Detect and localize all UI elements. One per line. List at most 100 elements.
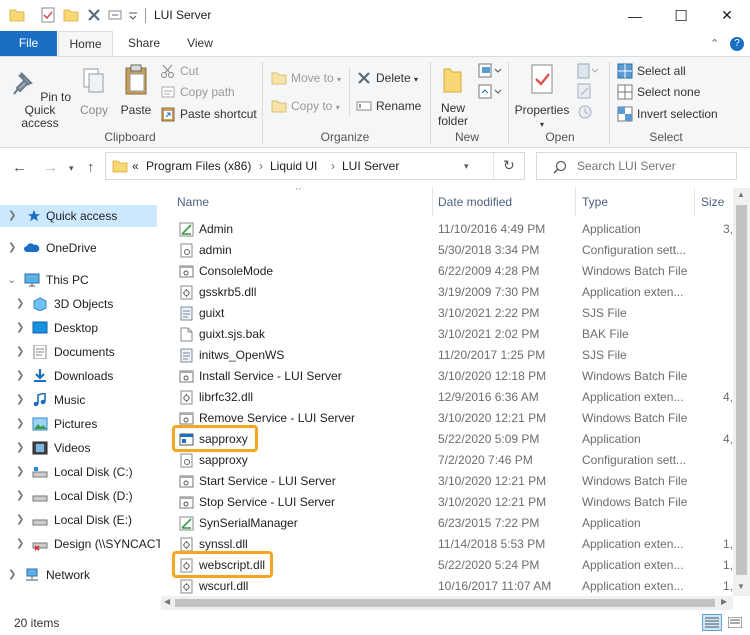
column-header-size[interactable]: Size [701,188,724,216]
tab-home[interactable]: Home [58,31,113,57]
nav-item-documents[interactable]: ❯ Documents [0,341,157,363]
up-arrow-icon[interactable]: ↑ [87,159,95,176]
search-box[interactable]: Search LUI Server [536,152,737,180]
chevron-right-icon[interactable]: ❯ [16,413,24,435]
chevron-right-icon[interactable]: ❯ [16,293,24,315]
customize-toolbar-icon[interactable] [127,7,139,23]
nav-item-local-disk-d[interactable]: ❯ Local Disk (D:) [0,485,157,507]
tab-view[interactable]: View [175,31,225,56]
nav-item-videos[interactable]: ❯ Videos [0,437,157,459]
maximize-button[interactable]: ☐ [658,0,704,31]
chevron-right-icon[interactable]: ❯ [16,365,24,387]
nav-item-this-pc[interactable]: ⌄ This PC [0,269,157,291]
properties-check-icon[interactable] [40,7,56,23]
new-folder-button[interactable]: New folder [435,65,471,128]
scroll-right-icon[interactable]: ▶ [721,597,727,606]
breadcrumb-lui-server[interactable]: LUI Server [342,159,399,173]
chevron-right-icon[interactable]: ❯ [8,564,16,586]
details-view-button[interactable] [702,614,722,631]
nav-item-onedrive[interactable]: ❯ OneDrive [0,237,157,259]
chevron-down-icon[interactable]: ⌄ [7,269,16,291]
table-row[interactable]: admin 5/30/2018 3:34 PM Configuration sett… [161,240,733,261]
open-icon[interactable] [577,63,599,79]
table-row[interactable]: SynSerialManager 6/23/2015 7:22 PM Applica… [161,513,733,534]
collapse-ribbon-icon[interactable]: ⌃ [710,37,719,50]
column-header-date[interactable]: Date modified [438,188,512,216]
delete-x-icon[interactable] [86,7,102,23]
history-icon[interactable] [577,104,593,120]
forward-arrow-icon[interactable]: → [43,159,58,176]
table-row[interactable]: initws_OpenWS 11/20/2017 1:25 PM SJS File [161,345,733,366]
easy-access-icon[interactable] [478,84,502,100]
chevron-right-icon[interactable]: ❯ [8,205,16,227]
copy-path-button[interactable]: Copy path [160,83,235,101]
large-icons-view-button[interactable] [725,614,745,631]
chevron-right-icon[interactable]: ❯ [16,509,24,531]
address-dropdown-chevron-icon[interactable]: ▾ [464,161,469,172]
table-row[interactable]: Install Service - LUI Server 3/10/2020 12… [161,366,733,387]
chevron-right-icon[interactable]: ❯ [16,389,24,411]
table-row[interactable]: Start Service - LUI Server 3/10/2020 12:2… [161,471,733,492]
move-to-button[interactable]: Move to ▾ [271,69,341,87]
properties-button[interactable]: Properties ▾ [514,63,570,131]
cut-button[interactable]: Cut [160,62,199,80]
chevron-right-icon[interactable]: ❯ [16,437,24,459]
chevron-right-icon[interactable]: ❯ [16,317,24,339]
nav-item-pictures[interactable]: ❯ Pictures [0,413,157,435]
back-arrow-icon[interactable]: ← [12,159,27,176]
nav-item-3d-objects[interactable]: ❯ 3D Objects [0,293,157,315]
horizontal-scroll-thumb[interactable] [175,599,715,607]
paste-shortcut-button[interactable]: Paste shortcut [160,105,257,123]
chevron-right-icon[interactable]: ❯ [16,461,24,483]
chevron-right-icon[interactable]: ❯ [8,237,16,259]
table-row[interactable]: guixt 3/10/2021 2:22 PM SJS File [161,303,733,324]
horizontal-scrollbar[interactable]: ◀ ▶ [161,596,733,610]
vertical-scrollbar[interactable]: ▲ ▼ [733,188,750,596]
tab-share[interactable]: Share [118,31,170,56]
chevron-right-icon[interactable]: ❯ [16,485,24,507]
pin-to-quick-access-button[interactable]: Pin to Quick access [5,67,75,130]
column-header-type[interactable]: Type [582,188,608,216]
tab-file[interactable]: File [0,31,57,56]
column-divider[interactable] [694,188,695,216]
paste-button[interactable]: Paste [117,63,155,117]
column-divider[interactable] [432,188,433,216]
chevron-right-icon[interactable]: ❯ [16,341,24,363]
table-row[interactable]: guixt.sjs.bak 3/10/2021 2:02 PM BAK File [161,324,733,345]
refresh-icon[interactable]: ↻ [503,157,515,174]
copy-button[interactable]: Copy [76,67,112,117]
table-row[interactable]: wscurl.dll 10/16/2017 11:07 AM Application… [161,576,733,596]
rename-icon[interactable] [108,7,124,23]
nav-item-network[interactable]: ❯ Network [0,564,157,586]
select-all-button[interactable]: Select all [617,62,686,80]
chevron-right-icon[interactable]: ❯ [16,533,24,555]
help-icon[interactable]: ? [730,37,744,51]
breadcrumb-overflow[interactable]: « [132,159,139,173]
new-folder-icon[interactable] [63,7,79,23]
invert-selection-button[interactable]: Invert selection [617,105,718,123]
table-row[interactable]: sapproxy 7/2/2020 7:46 PM Configuration se… [161,450,733,471]
new-item-icon[interactable] [478,63,502,79]
table-row[interactable]: Stop Service - LUI Server 3/10/2020 12:21… [161,492,733,513]
scroll-up-icon[interactable]: ▲ [737,190,745,199]
table-row[interactable]: librfc32.dll 12/9/2016 6:36 AM Application… [161,387,733,408]
copy-to-button[interactable]: Copy to ▾ [271,97,340,115]
nav-item-desktop[interactable]: ❯ Desktop [0,317,157,339]
scroll-left-icon[interactable]: ◀ [164,597,170,606]
table-row[interactable]: gsskrb5.dll 3/19/2009 7:30 PM Application … [161,282,733,303]
edit-icon[interactable] [577,83,593,99]
table-row[interactable]: Admin 11/10/2016 4:49 PM Application 3, [161,219,733,240]
rename-button[interactable]: Rename [356,97,421,115]
address-bar[interactable]: « Program Files (x86) › Liquid UI › LUI … [105,152,525,180]
nav-item-local-disk-e[interactable]: ❯ Local Disk (E:) [0,509,157,531]
nav-item-design-network-drive[interactable]: ❯ Design (\\SYNCACT [0,533,160,555]
column-header-name[interactable]: Name [177,188,209,216]
nav-item-downloads[interactable]: ❯ Downloads [0,365,157,387]
vertical-scroll-thumb[interactable] [736,205,747,575]
nav-item-music[interactable]: ❯ Music [0,389,157,411]
breadcrumb-liquid-ui[interactable]: Liquid UI [270,159,317,173]
delete-button[interactable]: Delete ▾ [356,69,418,87]
select-none-button[interactable]: Select none [617,83,700,101]
breadcrumb-program-files[interactable]: Program Files (x86) [146,159,251,173]
minimize-button[interactable]: — [612,0,658,31]
